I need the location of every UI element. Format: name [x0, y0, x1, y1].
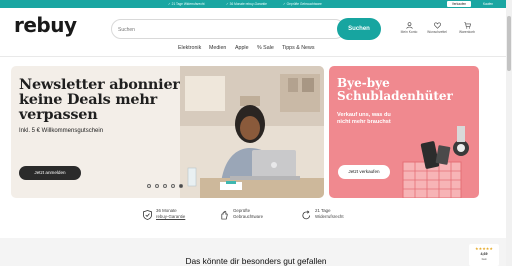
- rating-badge[interactable]: ★★★★★ 4,69 Gut: [469, 244, 499, 266]
- user-icon: [405, 22, 413, 29]
- check-icon: ✓: [226, 2, 229, 6]
- logo[interactable]: rebuy: [14, 13, 77, 37]
- nav-item-elektronik[interactable]: Elektronik: [178, 45, 201, 51]
- search-box[interactable]: [111, 19, 345, 39]
- usp-line2: Widerrufsrecht: [315, 214, 344, 219]
- top-usp-item: ✓21 Tage Widerrufsrecht: [168, 2, 205, 6]
- account-link[interactable]: Mein Konto: [398, 22, 420, 34]
- sell-now-button[interactable]: Jetzt verkaufen: [338, 165, 390, 179]
- wishlist-link[interactable]: Wunschzettel: [426, 22, 448, 34]
- return-arrow-icon: [302, 210, 311, 220]
- slider-dot[interactable]: [147, 184, 151, 188]
- section-title: Das könnte dir besonders gut gefallen: [185, 256, 327, 266]
- nav-item-sale[interactable]: % Sale: [257, 45, 274, 51]
- nav-item-medien[interactable]: Medien: [209, 45, 226, 51]
- top-usp-item: ✓Geprüfte Gebrauchtware: [283, 2, 322, 6]
- usp-line2: Gebrauchtware: [233, 214, 264, 219]
- hero-photo: [180, 66, 324, 198]
- check-icon: ✓: [283, 2, 286, 6]
- top-usp-item: ✓36 Monate rebuy-Garantie: [226, 2, 267, 6]
- heart-icon: [433, 22, 441, 29]
- account-label: Mein Konto: [400, 30, 418, 34]
- check-icon: ✓: [168, 2, 171, 6]
- drawer-illustration: [402, 126, 469, 198]
- slider-dot-active[interactable]: [179, 184, 183, 188]
- rating-score: 4,69: [480, 252, 488, 256]
- slider-dot[interactable]: [163, 184, 167, 188]
- scrollbar-thumb[interactable]: [507, 16, 511, 71]
- nav-item-tipps-news[interactable]: Tipps & News: [282, 45, 314, 51]
- hero-subtitle: Inkl. 5 € Willkommensgutschein: [19, 128, 104, 134]
- rating-label: Gut: [481, 257, 487, 261]
- hand-check-icon: [221, 210, 228, 220]
- usp-line1: Geprüfte: [233, 208, 251, 213]
- usp-line1: 21 Tage: [315, 208, 331, 213]
- main-nav: Elektronik Medien Apple % Sale Tipps & N…: [0, 43, 512, 55]
- slider-dot[interactable]: [171, 184, 175, 188]
- newsletter-signup-button[interactable]: Jetzt anmelden: [19, 166, 81, 180]
- sell-mode-toggle[interactable]: Verkaufen: [447, 1, 471, 7]
- nav-item-apple[interactable]: Apple: [235, 45, 249, 51]
- nav-divider: [0, 56, 512, 57]
- sell-promo-card[interactable]: Bye-bye Schubladenhüter Verkauf uns, was…: [329, 66, 479, 198]
- wishlist-label: Wunschzettel: [427, 30, 447, 34]
- promo-subtitle: Verkauf uns, was du nicht mehr brauchst: [337, 112, 391, 125]
- search-button[interactable]: Suchen: [337, 18, 381, 40]
- cart-label: Warenkorb: [458, 30, 475, 34]
- slider-dot[interactable]: [155, 184, 159, 188]
- search-input[interactable]: [118, 24, 328, 35]
- usp-row: 36 Monate rebuy-Garantie Geprüfte Gebrauch…: [0, 206, 512, 231]
- cart-link[interactable]: Warenkorb: [456, 22, 478, 34]
- usp-line2: rebuy-Garantie: [156, 214, 186, 219]
- cart-icon: [463, 22, 471, 29]
- usp-line1: 36 Monate: [156, 208, 177, 213]
- newsletter-hero-banner[interactable]: Newsletter abonnieren & keine Deals mehr…: [11, 66, 324, 198]
- promo-title: Bye-bye Schubladenhüter: [337, 76, 453, 103]
- slider-dots: [147, 184, 195, 190]
- shield-check-icon: [143, 210, 152, 220]
- star-rating: ★★★★★: [475, 246, 493, 251]
- buy-mode-toggle[interactable]: Kaufen: [476, 1, 500, 7]
